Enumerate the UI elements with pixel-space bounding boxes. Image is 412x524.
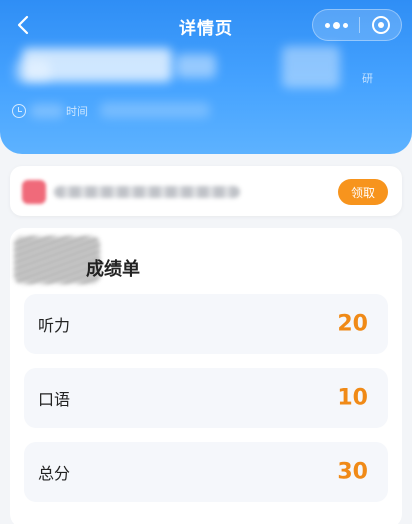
detail-page: 详情页 研 时间 领取 成绩单 听力 20 口语 10 总分 30: [0, 0, 412, 524]
target-icon: [371, 16, 390, 34]
score-value: 30: [337, 459, 368, 485]
score-value: 20: [337, 311, 368, 337]
header-banner: 详情页 研 时间: [0, 0, 412, 154]
claim-button[interactable]: 领取: [338, 179, 388, 205]
time-label: 时间: [66, 105, 88, 118]
score-value: 10: [337, 385, 368, 411]
score-label: 口语: [38, 390, 71, 409]
score-row-total: 总分 30: [24, 442, 388, 502]
score-card: 成绩单 听力 20 口语 10 总分 30: [10, 228, 402, 524]
close-capsule-button[interactable]: [360, 10, 401, 40]
more-button[interactable]: [313, 10, 359, 40]
score-row-listening: 听力 20: [24, 294, 388, 354]
mini-program-capsule: [312, 9, 402, 41]
score-label: 总分: [38, 464, 71, 483]
clock-icon: [12, 104, 26, 118]
score-row-speaking: 口语 10: [24, 368, 388, 428]
score-card-title: 成绩单: [86, 259, 140, 280]
more-dots-icon: [324, 22, 330, 28]
coupon-bar: 领取: [10, 166, 402, 216]
header-tag: 研: [362, 72, 373, 85]
score-label: 听力: [38, 316, 71, 335]
coupon-icon: [22, 180, 46, 204]
redacted-coupon-text: [54, 186, 240, 198]
